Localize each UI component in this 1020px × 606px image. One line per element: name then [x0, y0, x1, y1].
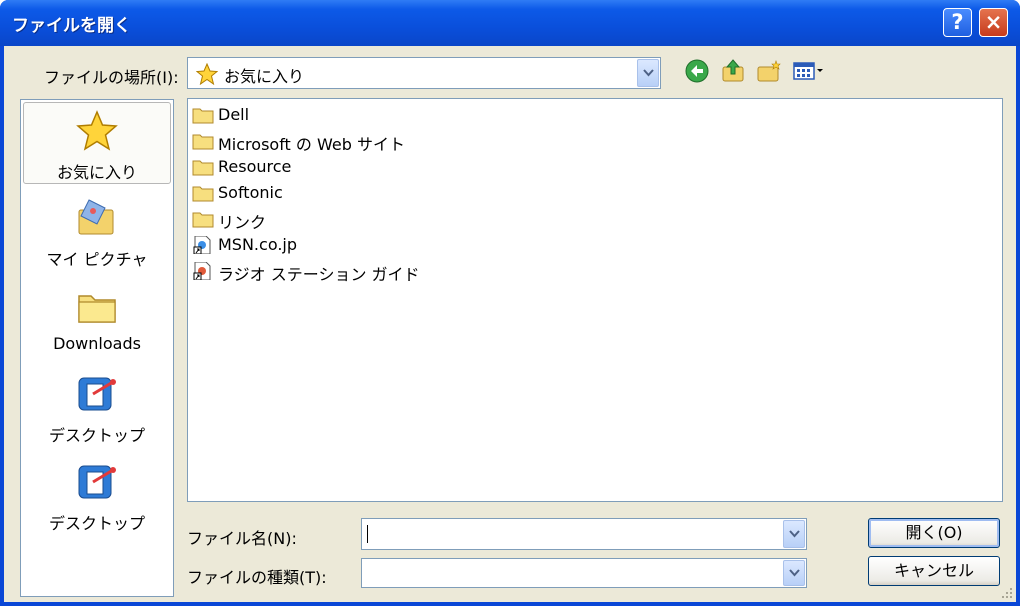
- lookin-combo[interactable]: お気に入り: [187, 57, 661, 89]
- places-bar: お気に入り マイ ピクチャ Downloads デスクトップ デスクトップ: [20, 99, 174, 597]
- file-name: Dell: [218, 105, 250, 124]
- internet-shortcut-icon: [193, 262, 211, 280]
- place-label: Downloads: [53, 334, 141, 353]
- cancel-button[interactable]: キャンセル: [868, 556, 1000, 586]
- up-folder-icon: [722, 59, 744, 82]
- folder-icon: [192, 108, 214, 124]
- help-button[interactable]: ?: [943, 8, 972, 37]
- chevron-down-icon: [643, 69, 654, 77]
- new-folder-button[interactable]: [756, 58, 782, 84]
- lookin-value: お気に入り: [224, 67, 305, 86]
- up-folder-button[interactable]: [720, 58, 746, 84]
- place-desktop-2[interactable]: デスクトップ: [23, 454, 171, 536]
- chevron-down-icon: [789, 569, 800, 577]
- desktop-icon: [78, 465, 116, 499]
- close-icon: ×: [984, 10, 1003, 34]
- text-cursor: [367, 525, 368, 543]
- place-label: マイ ピクチャ: [46, 250, 148, 269]
- file-name: Microsoft の Web サイト: [218, 135, 405, 154]
- back-button[interactable]: [684, 58, 710, 84]
- filetype-combo[interactable]: [361, 558, 807, 588]
- help-icon: ?: [951, 10, 964, 34]
- folder-icon: [192, 212, 214, 228]
- desktop-icon: [78, 377, 116, 411]
- filename-dropdown-button[interactable]: [783, 520, 805, 548]
- favorites-star-icon: [76, 110, 118, 151]
- lookin-dropdown-button[interactable]: [637, 59, 659, 87]
- window-title: ファイルを開く: [12, 16, 131, 36]
- place-desktop[interactable]: デスクトップ: [23, 366, 171, 448]
- place-label: デスクトップ: [48, 426, 145, 445]
- close-button[interactable]: ×: [979, 8, 1008, 37]
- chevron-down-icon: [789, 530, 800, 538]
- place-label: デスクトップ: [48, 514, 145, 533]
- folder-icon: [192, 134, 214, 150]
- views-menu-button[interactable]: [792, 58, 826, 84]
- file-name: Resource: [218, 157, 292, 176]
- filetype-label: ファイルの種類(T):: [187, 568, 327, 587]
- dialog-body: ファイルの場所(I): お気に入り お気に入り マイ ピクチャ Download…: [4, 46, 1016, 602]
- open-button[interactable]: 開く(O): [868, 518, 1000, 548]
- file-name: MSN.co.jp: [218, 235, 298, 254]
- filename-input[interactable]: [366, 523, 776, 545]
- file-list[interactable]: Dell Microsoft の Web サイト Resource Softon…: [187, 98, 1003, 502]
- folder-icon: [192, 160, 214, 176]
- back-icon: [685, 59, 709, 83]
- file-name: リンク: [218, 213, 267, 232]
- views-menu-icon: [793, 62, 823, 80]
- title-bar[interactable]: ファイルを開く ? ×: [0, 0, 1020, 46]
- file-name: ラジオ ステーション ガイド: [218, 265, 420, 284]
- resize-grip-icon[interactable]: [1000, 586, 1014, 600]
- filename-label: ファイル名(N):: [187, 529, 297, 548]
- place-my-pictures[interactable]: マイ ピクチャ: [23, 190, 171, 272]
- file-name: Softonic: [218, 183, 283, 202]
- internet-shortcut-icon: [193, 236, 211, 254]
- open-file-dialog: ファイルを開く ? × ファイルの場所(I): お気に入り お気に入り マイ ピ…: [0, 0, 1020, 606]
- lookin-label: ファイルの場所(I):: [44, 68, 179, 87]
- folder-icon: [78, 295, 116, 323]
- filetype-dropdown-button[interactable]: [783, 560, 805, 586]
- place-label: お気に入り: [56, 163, 137, 182]
- favorites-star-icon: [196, 63, 218, 85]
- new-folder-icon: [757, 60, 781, 82]
- folder-icon: [192, 186, 214, 202]
- place-downloads[interactable]: Downloads: [23, 278, 171, 360]
- filename-combo[interactable]: [361, 518, 807, 550]
- place-favorites[interactable]: お気に入り: [23, 102, 171, 184]
- my-pictures-icon: [78, 199, 114, 235]
